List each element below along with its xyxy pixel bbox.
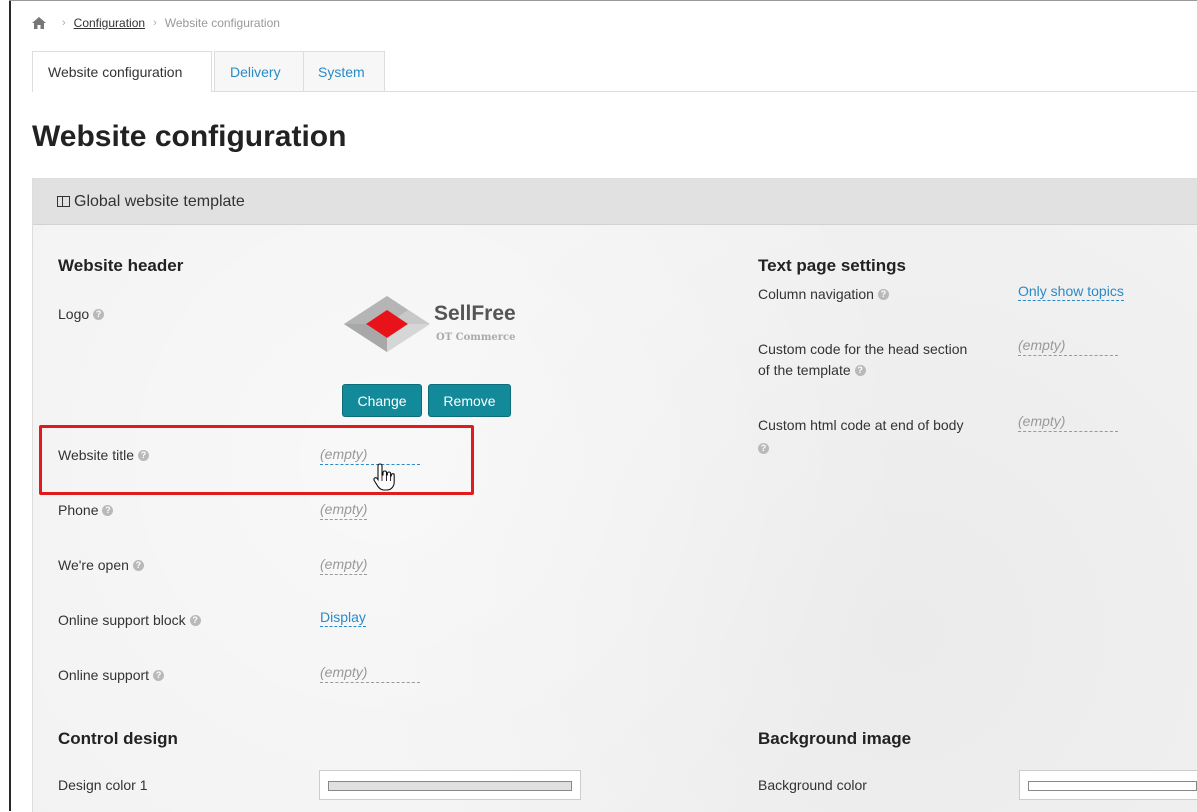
online-support-block-value[interactable]: Display xyxy=(320,609,366,627)
custom-body-code-label: Custom html code at end of body ? xyxy=(758,415,963,457)
logo-label-text: Logo xyxy=(58,306,90,322)
breadcrumb-separator: › xyxy=(153,17,157,29)
phone-value[interactable]: (empty) xyxy=(320,501,368,520)
website-title-label: Website title ? xyxy=(58,447,149,463)
home-icon[interactable] xyxy=(32,17,46,29)
custom-head-code-value[interactable]: (empty) xyxy=(1018,337,1118,356)
logo-label: Logo ? xyxy=(58,306,105,322)
design-color-1-input[interactable] xyxy=(319,770,581,800)
window-top-edge xyxy=(9,0,1197,1)
custom-head-code-label-line1: Custom code for the head section xyxy=(758,341,968,357)
remove-logo-button[interactable]: Remove xyxy=(428,384,511,417)
logo-mark-icon xyxy=(344,296,430,352)
custom-head-code-label-line2: of the template xyxy=(758,362,851,378)
page-title: Website configuration xyxy=(32,120,347,153)
column-navigation-value[interactable]: Only show topics xyxy=(1018,283,1124,301)
section-title-text-page-settings: Text page settings xyxy=(758,256,906,275)
section-title-website-header: Website header xyxy=(58,256,184,275)
custom-body-code-label-text: Custom html code at end of body xyxy=(758,417,964,433)
columns-icon xyxy=(57,196,70,207)
change-logo-button[interactable]: Change xyxy=(342,384,422,417)
online-support-label: Online support ? xyxy=(58,667,165,683)
breadcrumb-separator: › xyxy=(62,17,66,29)
design-color-1-swatch xyxy=(328,781,572,791)
panel-header-title: Global website template xyxy=(74,192,245,210)
breadcrumb: › Configuration › Website configuration xyxy=(32,16,280,30)
background-color-label: Background color xyxy=(758,777,867,793)
custom-body-code-value[interactable]: (empty) xyxy=(1018,413,1118,432)
help-icon[interactable]: ? xyxy=(93,308,105,320)
logo-brand-sub: OT Commerce xyxy=(436,332,516,343)
online-support-block-label: Online support block ? xyxy=(58,612,201,628)
phone-label: Phone ? xyxy=(58,502,114,518)
help-icon[interactable]: ? xyxy=(758,443,769,454)
background-color-input[interactable] xyxy=(1019,770,1197,800)
tab-system[interactable]: System xyxy=(303,51,385,91)
help-icon[interactable]: ? xyxy=(132,559,144,571)
breadcrumb-current: Website configuration xyxy=(164,16,280,30)
design-color-1-label: Design color 1 xyxy=(58,777,148,793)
website-title-value[interactable]: (empty) xyxy=(320,446,420,465)
help-icon[interactable]: ? xyxy=(153,669,165,681)
column-navigation-label: Column navigation ? xyxy=(758,286,889,302)
were-open-label-text: We're open xyxy=(58,557,129,573)
background-color-swatch xyxy=(1028,781,1197,791)
help-icon[interactable]: ? xyxy=(102,504,114,516)
were-open-label: We're open ? xyxy=(58,557,144,573)
column-navigation-label-text: Column navigation xyxy=(758,286,874,302)
help-icon[interactable]: ? xyxy=(877,288,889,300)
global-template-panel: Global website template xyxy=(32,178,1197,812)
website-title-label-text: Website title xyxy=(58,447,134,463)
section-title-control-design: Control design xyxy=(58,729,178,748)
help-icon[interactable]: ? xyxy=(189,614,201,626)
online-support-label-text: Online support xyxy=(58,667,150,683)
logo-brand-name: SellFree xyxy=(434,302,516,325)
phone-label-text: Phone xyxy=(58,502,99,518)
section-title-background-image: Background image xyxy=(758,729,912,748)
panel-body xyxy=(33,225,1197,812)
panel-header[interactable]: Global website template xyxy=(33,179,1197,225)
were-open-value[interactable]: (empty) xyxy=(320,556,368,575)
online-support-block-label-text: Online support block xyxy=(58,612,186,628)
window-left-edge xyxy=(9,0,11,811)
custom-head-code-label: Custom code for the head section of the … xyxy=(758,339,967,381)
help-icon[interactable]: ? xyxy=(854,365,866,376)
tab-website-configuration[interactable]: Website configuration xyxy=(32,51,212,92)
breadcrumb-link-configuration[interactable]: Configuration xyxy=(74,16,145,30)
hand-cursor-icon xyxy=(373,463,395,491)
logo-image: SellFree OT Commerce xyxy=(342,294,542,364)
help-icon[interactable]: ? xyxy=(138,449,149,461)
online-support-value[interactable]: (empty) xyxy=(320,664,420,683)
